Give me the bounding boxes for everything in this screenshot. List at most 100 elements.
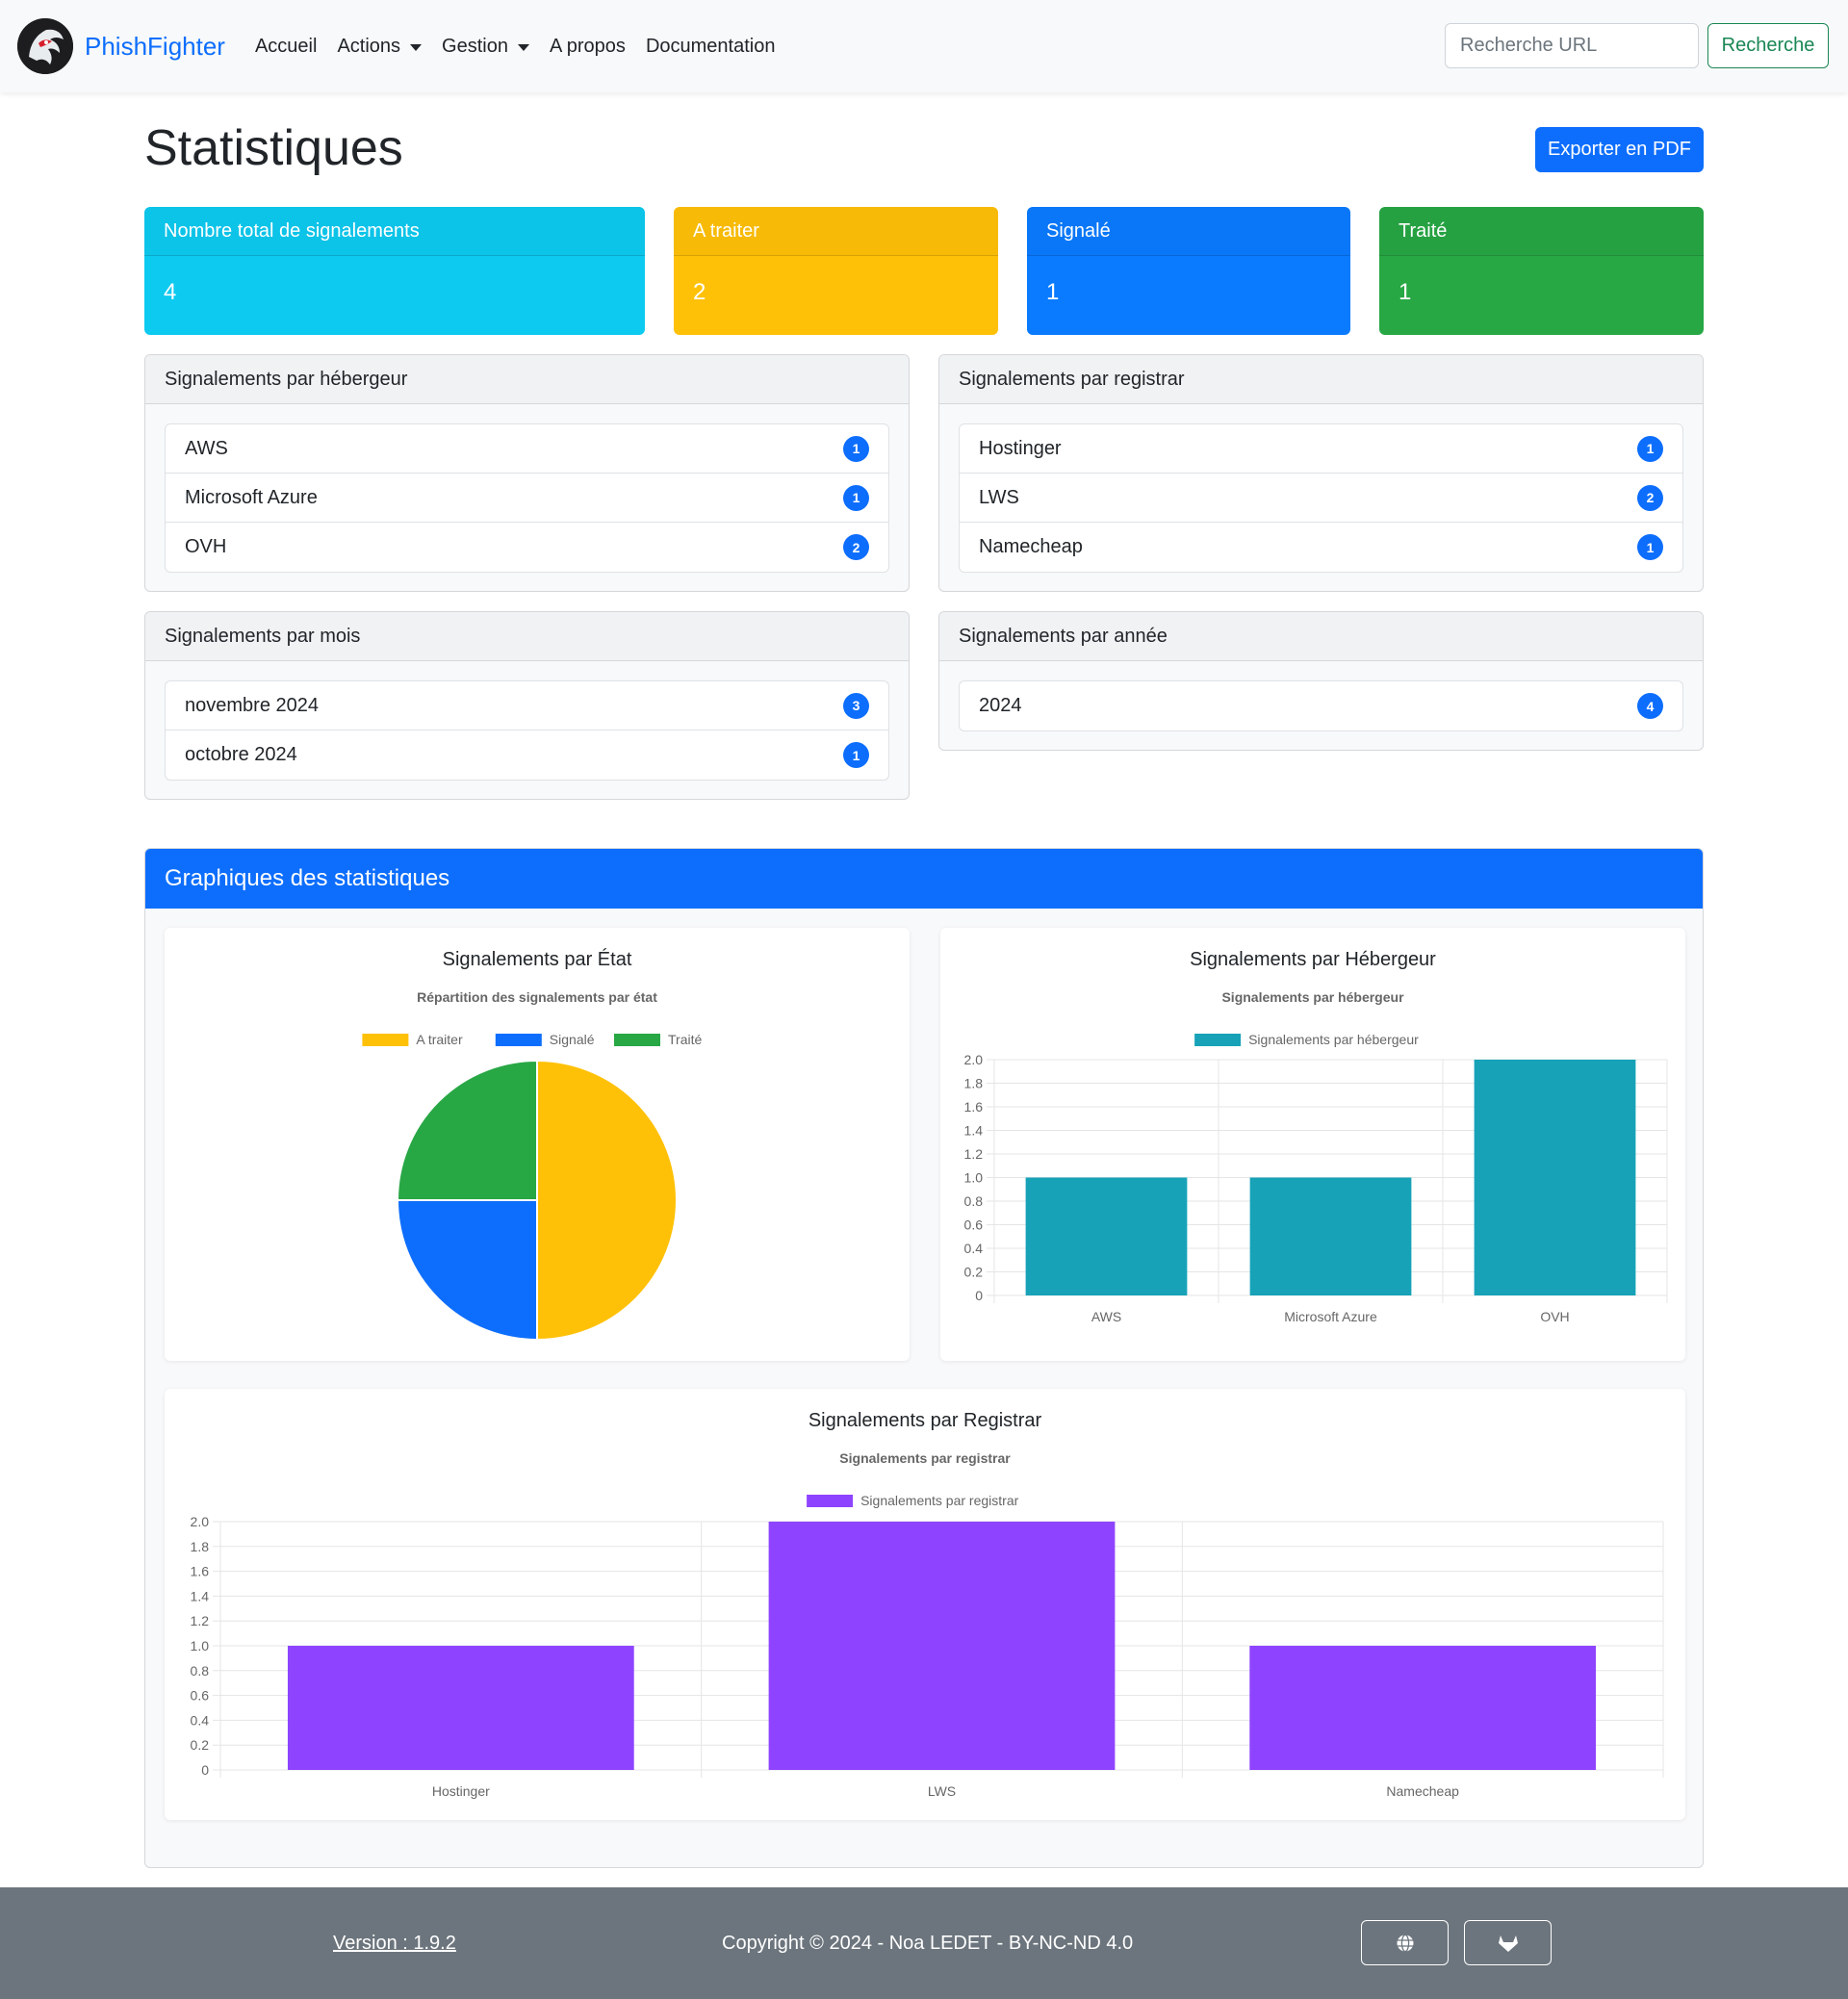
nav-gestion-dropdown[interactable]: Gestion	[442, 36, 529, 58]
version-link[interactable]: Version : 1.9.2	[333, 1933, 456, 1955]
card-registrar: Signalements par registrar Hostinger 1 LW…	[938, 354, 1704, 592]
list-item: octobre 2024 1	[166, 730, 888, 780]
bar	[768, 1522, 1116, 1770]
bar	[1249, 1177, 1412, 1295]
website-button[interactable]	[1361, 1920, 1449, 1965]
legend-label: Traité	[668, 1032, 702, 1047]
bar	[1025, 1177, 1188, 1295]
count-badge: 1	[1637, 435, 1663, 462]
list-item: LWS 2	[960, 474, 1682, 523]
bar	[287, 1646, 634, 1770]
list-item: OVH 2	[166, 523, 888, 572]
stat-value: 2	[693, 279, 706, 305]
y-tick-label: 1.2	[964, 1146, 984, 1162]
item-name: AWS	[185, 437, 228, 459]
legend-label: Signalements par hébergeur	[1248, 1032, 1419, 1047]
stat-label: Traité	[1379, 207, 1704, 256]
list-item: AWS 1	[166, 424, 888, 474]
caret-down-icon	[410, 43, 423, 51]
y-tick-label: 0.8	[964, 1193, 984, 1209]
pie-chart: A traiter Signalé Traité	[362, 1032, 702, 1342]
search-url-input[interactable]	[1445, 23, 1699, 68]
stat-card-signale: Signalé 1	[1027, 207, 1350, 335]
hebergeur-list: AWS 1 Microsoft Azure 1 OVH 2	[165, 423, 889, 573]
navbar: PhishFighter Accueil Actions Gestion A p…	[0, 0, 1848, 92]
y-tick-label: 1.8	[191, 1539, 210, 1554]
stat-label: Signalé	[1027, 207, 1350, 256]
nav-actions-label: Actions	[337, 35, 401, 57]
mois-list: novembre 2024 3 octobre 2024 1	[165, 680, 889, 781]
brand[interactable]: PhishFighter	[17, 18, 225, 74]
item-name: Hostinger	[979, 437, 1062, 459]
y-tick-label: 2.0	[964, 1052, 984, 1067]
card-hebergeur: Signalements par hébergeur AWS 1 Microsof…	[144, 354, 910, 592]
y-tick-label: 2.0	[191, 1514, 210, 1529]
nav-accueil-label: Accueil	[254, 35, 318, 57]
y-tick-label: 0	[201, 1762, 209, 1778]
dragon-logo-icon	[17, 18, 73, 74]
card-annee: Signalements par année 2024 4	[938, 611, 1704, 751]
count-badge: 1	[1637, 534, 1663, 560]
page-title: Statistiques	[144, 120, 403, 176]
item-name: Namecheap	[979, 536, 1083, 557]
legend-swatch	[495, 1034, 542, 1046]
stat-label: A traiter	[674, 207, 998, 256]
x-tick-label: Microsoft Azure	[1284, 1309, 1377, 1324]
stat-label: Nombre total de signalements	[144, 207, 645, 256]
item-name: Microsoft Azure	[185, 486, 318, 508]
card-title: Signalements par mois	[145, 612, 909, 661]
chart-hebergeur: Signalements par Hébergeur Signalements …	[940, 928, 1685, 1361]
y-tick-label: 0.6	[191, 1688, 210, 1704]
legend-swatch	[807, 1495, 854, 1507]
y-tick-label: 1.4	[964, 1123, 984, 1139]
x-tick-label: AWS	[1091, 1309, 1121, 1324]
item-name: 2024	[979, 695, 1022, 716]
y-tick-label: 0	[975, 1288, 983, 1303]
nav-gestion-label: Gestion	[442, 35, 508, 57]
gitlab-button[interactable]	[1464, 1920, 1552, 1965]
y-tick-label: 1.0	[191, 1638, 210, 1653]
count-badge: 4	[1637, 693, 1663, 719]
nav-apropos[interactable]: A propos	[550, 36, 626, 58]
y-tick-label: 0.4	[964, 1241, 984, 1256]
y-tick-label: 1.6	[964, 1099, 984, 1115]
search-button[interactable]: Recherche	[1707, 23, 1829, 68]
nav-documentation[interactable]: Documentation	[646, 36, 776, 58]
caret-down-icon	[517, 43, 529, 51]
stat-card-a-traiter: A traiter 2	[674, 207, 998, 335]
x-tick-label: LWS	[928, 1783, 956, 1799]
list-item: Hostinger 1	[960, 424, 1682, 474]
x-tick-label: Hostinger	[432, 1783, 490, 1799]
nav-actions-dropdown[interactable]: Actions	[337, 35, 423, 58]
card-mois: Signalements par mois novembre 2024 3 oct…	[144, 611, 910, 800]
y-tick-label: 1.0	[964, 1170, 984, 1186]
stat-value: 1	[1399, 279, 1412, 305]
pie-slice	[536, 1059, 678, 1342]
count-badge: 2	[1637, 484, 1663, 511]
export-pdf-button[interactable]: Exporter en PDF	[1535, 127, 1704, 172]
pie-slice	[396, 1059, 538, 1201]
nav-accueil[interactable]: Accueil	[255, 36, 317, 58]
count-badge: 1	[843, 742, 869, 768]
charts-section-title: Graphiques des statistiques	[145, 849, 1703, 909]
pie-slice	[396, 1199, 538, 1342]
count-badge: 3	[843, 692, 869, 719]
card-title: Signalements par hébergeur	[145, 355, 909, 404]
item-name: OVH	[185, 536, 227, 557]
stat-card-traite: Traité 1	[1379, 207, 1704, 335]
x-tick-label: OVH	[1540, 1309, 1569, 1324]
item-name: novembre 2024	[185, 694, 319, 716]
nav-links: Accueil Actions Gestion A propos Documen…	[235, 36, 776, 58]
list-item: Microsoft Azure 1	[166, 474, 888, 523]
charts-section: Graphiques des statistiques Signalements…	[144, 848, 1704, 1868]
list-item: novembre 2024 3	[166, 681, 888, 730]
legend-label: Signalé	[550, 1032, 595, 1047]
stat-card-total: Nombre total de signalements 4	[144, 207, 645, 335]
y-tick-label: 0.8	[191, 1663, 210, 1679]
y-tick-label: 1.6	[191, 1564, 210, 1579]
item-name: octobre 2024	[185, 744, 297, 765]
stat-value: 1	[1046, 279, 1060, 305]
nav-apropos-label: A propos	[549, 35, 626, 57]
bar-chart-hebergeur: Signalements par hébergeur 0 0.2 0.4 0.6 0.8 1…	[964, 1032, 1668, 1324]
annee-list: 2024 4	[959, 680, 1683, 731]
